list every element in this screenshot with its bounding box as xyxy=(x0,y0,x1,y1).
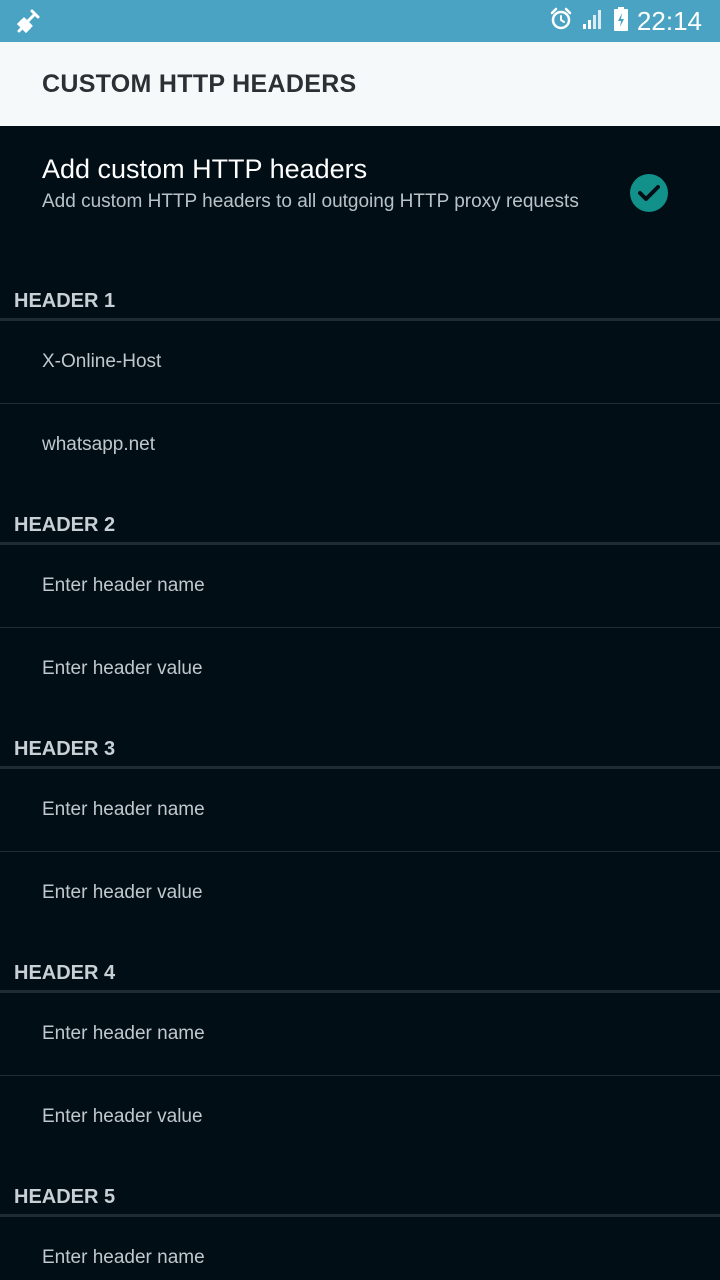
signal-icon xyxy=(581,7,605,36)
alarm-icon xyxy=(549,7,573,36)
header-name-text: X-Online-Host xyxy=(42,351,162,372)
battery-icon xyxy=(613,6,629,37)
notification-plug-icon xyxy=(16,8,42,34)
section-header-label: HEADER 3 xyxy=(14,738,116,760)
app-bar: CUSTOM HTTP HEADERS xyxy=(0,42,720,126)
header-4-value-field[interactable]: Enter header value xyxy=(0,1076,720,1158)
header-value-text: whatsapp.net xyxy=(42,434,156,455)
header-1-name-field[interactable]: X-Online-Host xyxy=(0,321,720,404)
header-1-value-field[interactable]: whatsapp.net xyxy=(0,404,720,486)
page-title: CUSTOM HTTP HEADERS xyxy=(42,70,357,98)
header-3-name-field[interactable]: Enter header name xyxy=(0,769,720,852)
section-header-2: HEADER 2 xyxy=(0,512,720,545)
header-3-value-field[interactable]: Enter header value xyxy=(0,852,720,934)
toggle-summary: Add custom HTTP headers to all outgoing … xyxy=(42,191,579,212)
section-header-label: HEADER 5 xyxy=(14,1186,116,1208)
header-value-text: Enter header value xyxy=(42,1106,203,1127)
header-2-name-field[interactable]: Enter header name xyxy=(0,545,720,628)
section-header-4: HEADER 4 xyxy=(0,960,720,993)
header-5-name-field[interactable]: Enter header name xyxy=(0,1217,720,1280)
section-header-3: HEADER 3 xyxy=(0,736,720,769)
header-value-text: Enter header value xyxy=(42,658,203,679)
toggle-title: Add custom HTTP headers xyxy=(42,154,368,184)
status-bar: 22:14 xyxy=(0,0,720,42)
header-value-text: Enter header value xyxy=(42,882,203,903)
checkbox-checked-icon[interactable] xyxy=(630,174,668,212)
header-name-text: Enter header name xyxy=(42,1247,205,1268)
header-name-text: Enter header name xyxy=(42,1023,205,1044)
header-name-text: Enter header name xyxy=(42,799,205,820)
header-2-value-field[interactable]: Enter header value xyxy=(0,628,720,710)
header-4-name-field[interactable]: Enter header name xyxy=(0,993,720,1076)
section-header-label: HEADER 1 xyxy=(14,290,116,312)
section-header-5: HEADER 5 xyxy=(0,1184,720,1217)
add-custom-headers-toggle[interactable]: Add custom HTTP headers Add custom HTTP … xyxy=(0,126,720,266)
section-header-1: HEADER 1 xyxy=(0,288,720,321)
header-name-text: Enter header name xyxy=(42,575,205,596)
status-time: 22:14 xyxy=(636,5,702,36)
section-header-label: HEADER 2 xyxy=(14,514,116,536)
section-header-label: HEADER 4 xyxy=(14,962,116,984)
